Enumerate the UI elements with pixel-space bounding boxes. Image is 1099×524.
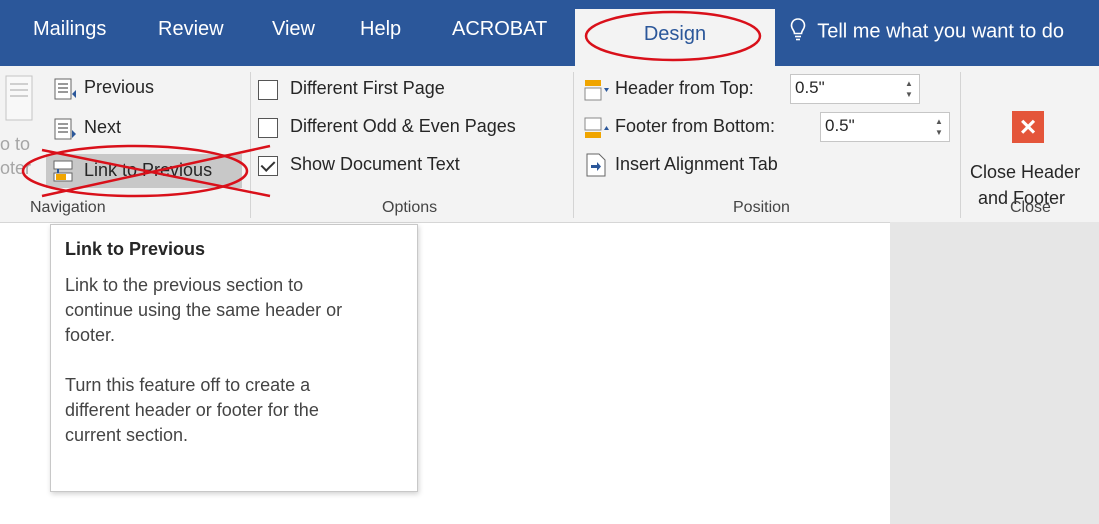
design-tab-annotation-circle bbox=[584, 10, 762, 62]
annotation-overlay bbox=[21, 10, 762, 198]
